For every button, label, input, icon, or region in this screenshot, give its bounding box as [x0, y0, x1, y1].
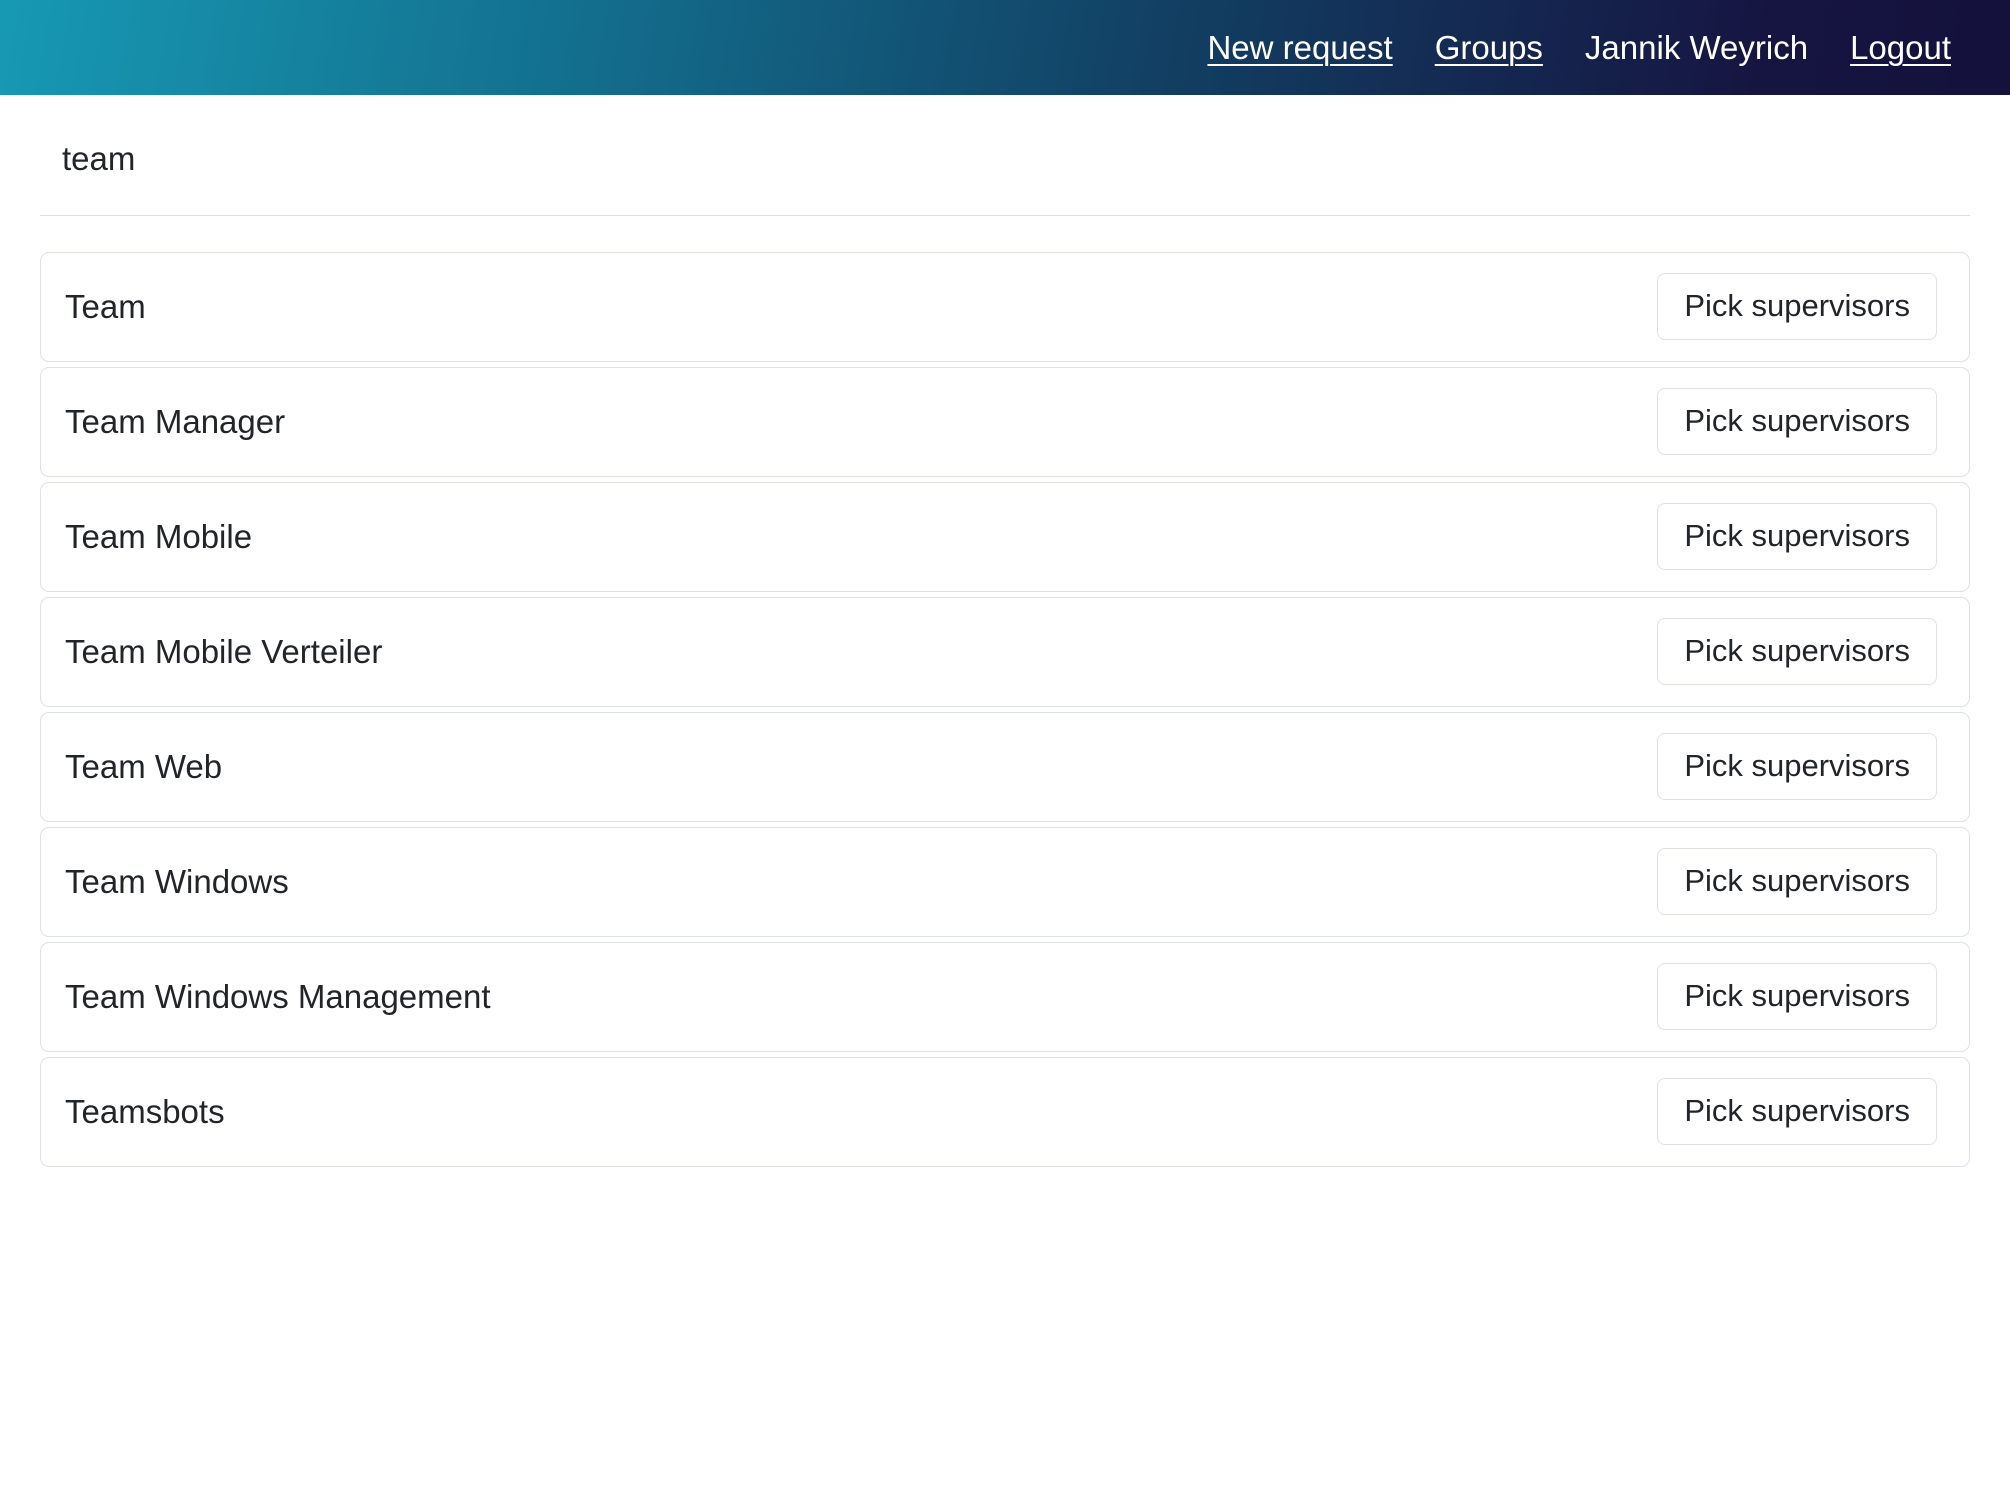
group-list: Team Pick supervisors Team Manager Pick … [0, 216, 2010, 1167]
nav-item-new-request[interactable]: New request [1186, 31, 1413, 64]
pick-supervisors-button[interactable]: Pick supervisors [1657, 733, 1937, 801]
group-name: Team Mobile Verteiler [65, 632, 383, 670]
group-row[interactable]: Team Pick supervisors [40, 251, 1970, 362]
group-row[interactable]: Team Manager Pick supervisors [40, 366, 1970, 477]
top-navbar: New request Groups Jannik Weyrich Logout [0, 0, 2010, 95]
group-name: Team Mobile [65, 517, 253, 555]
group-name: Team [65, 287, 146, 325]
pick-supervisors-button[interactable]: Pick supervisors [1657, 273, 1937, 341]
nav-item-user-name: Jannik Weyrich [1584, 29, 1809, 66]
pick-supervisors-button[interactable]: Pick supervisors [1657, 503, 1937, 571]
pick-supervisors-button[interactable]: Pick supervisors [1657, 618, 1937, 686]
group-name: Team Manager [65, 402, 286, 440]
group-name: Team Windows [65, 862, 289, 900]
page-root: New request Groups Jannik Weyrich Logout… [0, 0, 2010, 1486]
group-name: Teamsbots [65, 1092, 225, 1130]
nav-list: New request Groups Jannik Weyrich Logout [1186, 31, 1972, 64]
group-row[interactable]: Team Windows Management Pick supervisors [40, 941, 1970, 1052]
nav-item-groups[interactable]: Groups [1414, 31, 1564, 64]
group-row[interactable]: Team Windows Pick supervisors [40, 826, 1970, 937]
group-row[interactable]: Team Mobile Verteiler Pick supervisors [40, 596, 1970, 707]
pick-supervisors-button[interactable]: Pick supervisors [1657, 848, 1937, 916]
pick-supervisors-button[interactable]: Pick supervisors [1657, 1078, 1937, 1146]
pick-supervisors-button[interactable]: Pick supervisors [1657, 963, 1937, 1031]
group-row[interactable]: Teamsbots Pick supervisors [40, 1056, 1970, 1167]
group-name: Team Web [65, 747, 223, 785]
group-row[interactable]: Team Web Pick supervisors [40, 711, 1970, 822]
group-name: Team Windows Management [65, 977, 491, 1015]
pick-supervisors-button[interactable]: Pick supervisors [1657, 388, 1937, 456]
group-row[interactable]: Team Mobile Pick supervisors [40, 481, 1970, 592]
search-area [0, 95, 2010, 216]
search-input[interactable] [40, 139, 1970, 179]
nav-item-logout[interactable]: Logout [1829, 31, 1972, 64]
